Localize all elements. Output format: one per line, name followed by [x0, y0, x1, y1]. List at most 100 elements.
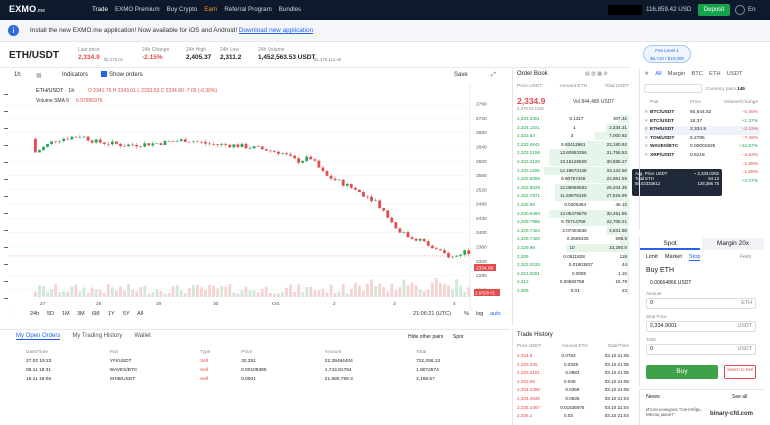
menu-earn[interactable]: Earn [204, 6, 217, 13]
range-1m[interactable]: 1M [62, 311, 70, 317]
fees-link[interactable]: Fees [740, 254, 751, 260]
menu-premium[interactable]: EXMO Premium [115, 6, 160, 13]
language-select[interactable]: En [748, 6, 756, 13]
deposit-button[interactable]: Deposit [698, 4, 730, 16]
table-row[interactable]: 08.11 18:31 WAVES/BTC Sell 0.00109385 1,743.… [24, 366, 494, 375]
star-icon[interactable]: ★ [644, 126, 648, 134]
ob-row[interactable]: 2,329.98 10 23,290.8 [515, 244, 629, 253]
market-row[interactable]: ★ TON/USDT 5.2785 -7.49% [644, 135, 760, 143]
hide-other-pairs[interactable]: Hide other pairs [408, 334, 443, 340]
pair-selector[interactable]: ETH/USDT [9, 50, 59, 61]
switch-to-sell-button[interactable]: Switch to Sell [724, 365, 756, 379]
market-row[interactable]: ★ WAVES/BTC 0.00001925 +12.57% [644, 143, 760, 151]
ob-row[interactable]: 2,333.2120 13.15126629 30,685.27 [515, 158, 629, 167]
download-link[interactable]: Download new application [239, 27, 313, 34]
tab-margin[interactable]: Margin [668, 71, 686, 77]
volume-bar [200, 287, 203, 297]
range-3m[interactable]: 3M [77, 311, 85, 317]
market-row[interactable]: ★ XRP/USDT 0.5218 -4.63% [644, 152, 760, 160]
market-row[interactable]: -1.68% [644, 169, 760, 177]
table-row[interactable]: 18.11 18:06 SHIB/USDT Sell 0.0001 21,580,789… [24, 375, 494, 384]
order-type-limit[interactable]: Limit [646, 254, 658, 261]
star-icon[interactable]: ★ [644, 143, 648, 151]
stop-price-input[interactable]: 2,334.9001 USDT [646, 321, 756, 332]
market-row[interactable]: ★ BTC/USDT 60,644.82 -0.46% [644, 109, 760, 117]
ob-row[interactable]: 2,333.1198 14.19673138 33,122.56 [515, 166, 629, 175]
market-row[interactable]: +4.37% [644, 178, 760, 186]
menu-buy-crypto[interactable]: Buy Crypto [167, 6, 198, 13]
order-book-view-icons[interactable]: ▤ ▥ ▦ ⚙ [585, 71, 608, 77]
fee-level-badge[interactable]: Fee Level 1 $6,710 / $10,000 [643, 45, 691, 63]
order-type-market[interactable]: Market [665, 254, 682, 261]
balance[interactable]: 116,859.42 USD [646, 6, 691, 13]
ob-row[interactable]: 2,333.64 3 7,000.92 [515, 132, 629, 141]
tab-margin-trade[interactable]: Margin 20x [702, 238, 764, 250]
buy-button[interactable]: Buy [646, 365, 718, 379]
star-icon[interactable]: ★ [644, 118, 648, 126]
percent-toggle[interactable]: % [464, 311, 469, 317]
ob-row[interactable]: 2,323.2033 0.01803837 44 [515, 261, 629, 270]
ob-row[interactable]: 2,332.8829 12.06655583 28,204.39 [515, 183, 629, 192]
pair-search-input[interactable] [644, 84, 702, 93]
tab-btc[interactable]: BTC [691, 71, 703, 77]
logo[interactable]: EXMO.me [9, 4, 45, 14]
star-icon[interactable]: ★ [644, 109, 648, 117]
menu-bundles[interactable]: Bundles [279, 6, 301, 13]
candle-body [139, 146, 143, 148]
show-orders-checkbox[interactable] [101, 71, 107, 77]
menu-trade[interactable]: Trade [92, 6, 108, 13]
indicators-button[interactable]: Indicators [62, 72, 88, 78]
ob-row[interactable]: 2,333.4641 9.93412681 23,180.92 [515, 140, 629, 149]
save-button[interactable]: Save [454, 72, 468, 78]
ob-row[interactable]: 2,332.66 0.0206354 48.13 [515, 201, 629, 210]
ob-row[interactable]: 2,332.7971 11.93875428 27,818.99 [515, 192, 629, 201]
tab-wallet[interactable]: Wallet [134, 333, 150, 340]
tab-trading-history[interactable]: My Trading History [72, 333, 122, 340]
tab-open-orders[interactable]: My Open Orders [16, 333, 61, 340]
ob-row[interactable]: 2,329.7403 0.2569425 598.6 [515, 235, 629, 244]
tab-usdt[interactable]: USDT [727, 71, 743, 77]
candle-body [459, 254, 463, 256]
range-24h[interactable]: 24h [30, 311, 39, 317]
ob-row[interactable]: 2,330.6484 13.05476675 30,451.65 [515, 209, 629, 218]
fullscreen-icon[interactable]: ⤢ [491, 72, 496, 79]
tab-eth[interactable]: ETH [709, 71, 721, 77]
star-icon[interactable]: ★ [644, 152, 648, 160]
auto-toggle[interactable]: auto [490, 311, 501, 317]
total-input[interactable]: 0 USDT [646, 344, 756, 355]
market-row[interactable]: ★ ETH/USDT 2,334.9 -2.15% [644, 126, 760, 135]
tab-spot[interactable]: Spot [640, 238, 700, 250]
see-all-link[interactable]: See all [732, 394, 747, 400]
menu-referral[interactable]: Referral Program [224, 6, 271, 13]
ob-row[interactable]: 2,305 0.01 23 [515, 287, 629, 296]
range-5y[interactable]: 5Y [123, 311, 130, 317]
ob-row[interactable]: 2,321.0001 0.0005 1.15 [515, 269, 629, 278]
range-1y[interactable]: 1Y [108, 311, 115, 317]
star-icon[interactable]: ★ [644, 135, 648, 143]
news-item[interactable]: Итоги конкурса "Сентябрь. Месяц монет" [646, 407, 706, 417]
ob-row[interactable]: 2,332.8358 9.80767448 22,881.55 [515, 175, 629, 184]
ob-row[interactable]: 2,334.1101 1 2,334.31 [515, 123, 629, 132]
tab-all[interactable]: All [655, 71, 661, 77]
interval-select[interactable]: 1h [14, 72, 21, 78]
chart-type-icon[interactable]: ▦ [36, 72, 42, 79]
market-row[interactable]: ★ ETC/USDT 18.37 +1.37% [644, 118, 760, 126]
table-row[interactable]: 27.02 19:23 YFI/USDT Sell 32,251 22.39484404… [24, 357, 494, 366]
price-chart[interactable]: 2760 2720 2680 2640 2600 2560 2520 2480 2440 2400… [8, 83, 508, 311]
spot-filter[interactable]: Spot [453, 334, 463, 340]
range-6m[interactable]: 6M [92, 311, 100, 317]
ob-row[interactable]: 2,334.3301 0.1317 307.42 [515, 115, 629, 124]
ob-row[interactable]: 2,329.7404 2.07404536 4,831.98 [515, 226, 629, 235]
order-type-stop[interactable]: Stop [688, 254, 701, 261]
range-5d[interactable]: 5D [47, 311, 54, 317]
ob-row[interactable]: 2,312 0.00682758 15.79 [515, 278, 629, 287]
market-row[interactable]: -1.98% [644, 161, 760, 169]
ob-row[interactable]: 2,333.2158 13.60953356 31,755.53 [515, 149, 629, 158]
amount-input[interactable]: 0 ETH [646, 298, 756, 309]
ob-row[interactable]: 2,325 0.0511828 119 [515, 252, 629, 261]
ob-row[interactable]: 2,329.7995 9.75714758 22,708.21 [515, 218, 629, 227]
range-all[interactable]: All [137, 311, 143, 317]
log-toggle[interactable]: log [476, 311, 483, 317]
favorites-star-icon[interactable]: ★ [644, 71, 649, 77]
user-icon[interactable] [735, 5, 745, 15]
